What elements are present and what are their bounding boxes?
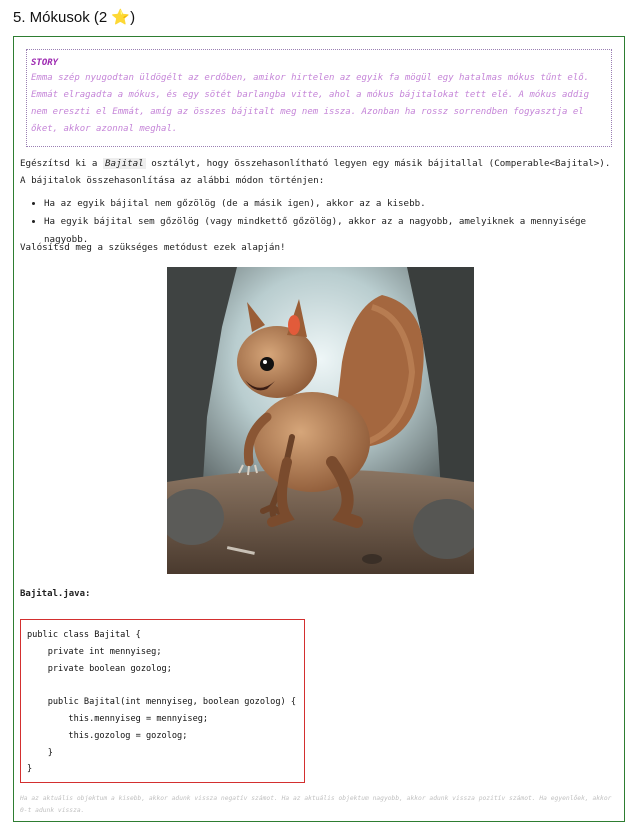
rule-item: Ha az egyik bájital nem gőzölög (de a má… [44,195,624,213]
hint-footnote: Ha az aktuális objektum a kisebb, akkor … [20,795,612,814]
task-closing: Valósítsd meg a szükséges metódust ezek … [20,242,286,253]
star-icon: ⭐ [111,9,131,26]
task-heading-close: ) [130,9,136,26]
story-text: Emma szép nyugodtan üldögélt az erdőben,… [31,73,590,134]
code-block: public class Bajital { private int menny… [20,619,305,783]
code-source: public class Bajital { private int menny… [27,630,297,775]
task-card: STORY Emma szép nyugodtan üldögélt az er… [13,36,625,822]
intro-before: Egészítsd ki a [20,158,103,169]
story-title: STORY [31,58,59,68]
story-box: STORY Emma szép nyugodtan üldögélt az er… [26,49,612,147]
task-heading-text: 5. Mókusok (2 [13,9,112,26]
squirrel-in-cave-icon [167,267,474,574]
squirrel-illustration [167,267,474,574]
task-intro: Egészítsd ki a Bajital osztályt, hogy ös… [20,155,616,189]
task-heading: 5. Mókusok (2 ⭐) [13,8,135,26]
file-label: Bajital.java: [20,589,91,599]
class-name-inline: Bajital [102,158,146,169]
